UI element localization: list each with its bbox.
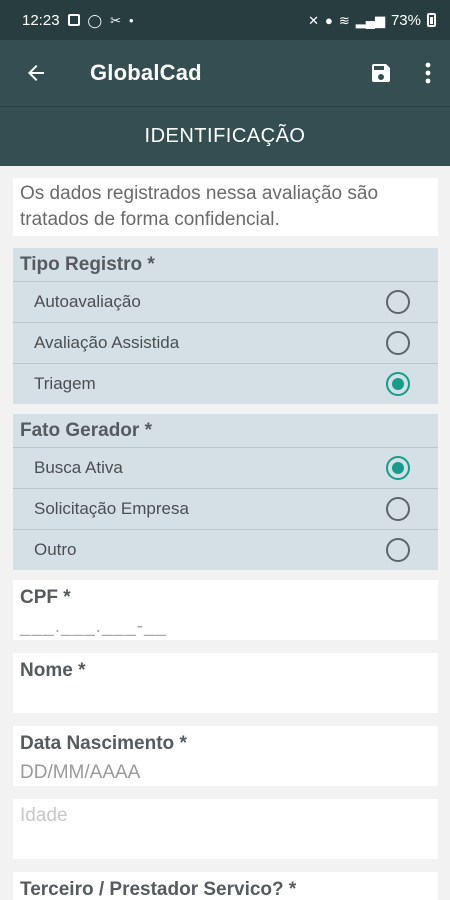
option-label: Outro <box>34 540 77 559</box>
cpf-input[interactable]: ___.___.___-__ <box>20 612 431 642</box>
option-avaliacao-assistida[interactable]: Avaliação Assistida <box>13 322 438 363</box>
idade-field[interactable] <box>13 799 438 859</box>
option-solicitacao-empresa[interactable]: Solicitação Empresa <box>13 488 438 529</box>
option-label: Solicitação Empresa <box>34 499 189 518</box>
radio-button[interactable] <box>386 497 410 521</box>
terceiro-label: Terceiro / Prestador Servico? * <box>20 879 297 900</box>
option-label: Avaliação Assistida <box>34 333 180 352</box>
section-title: IDENTIFICAÇÃO <box>144 125 306 147</box>
idade-input[interactable] <box>20 805 431 827</box>
save-button[interactable] <box>356 40 406 106</box>
app-title: GlobalCad <box>90 60 202 85</box>
terceiro-field[interactable]: Terceiro / Prestador Servico? * <box>13 872 438 900</box>
tools-notification-icon: ✂ <box>110 12 122 28</box>
whatsapp-notification-icon: ◯ <box>87 12 103 28</box>
data-nascimento-field[interactable]: Data Nascimento * DD/MM/AAAA <box>13 726 438 786</box>
radio-button[interactable] <box>386 538 410 562</box>
status-right: ✕ ● ≋ ▂▄▆ 73% <box>308 12 436 29</box>
status-left: 12:23 ◯ ✂ • <box>22 12 134 29</box>
cpf-label: CPF * <box>20 587 71 608</box>
option-triagem[interactable]: Triagem <box>13 363 438 404</box>
radio-button[interactable] <box>386 331 410 355</box>
option-label: Triagem <box>34 374 96 393</box>
more-options-button[interactable] <box>406 40 450 106</box>
tipo-registro-title: Tipo Registro * <box>20 254 155 275</box>
option-label: Autoavaliação <box>34 292 141 311</box>
cpf-field[interactable]: CPF * ___.___.___-__ <box>13 580 438 640</box>
battery-percent: 73% <box>390 11 421 29</box>
radio-button-selected[interactable] <box>386 456 410 480</box>
confidentiality-notice: Os dados registrados nessa avaliação são… <box>13 178 438 236</box>
signal-icon: ▂▄▆ <box>355 12 385 28</box>
back-button[interactable] <box>0 40 72 106</box>
fato-gerador-group: Fato Gerador * Busca Ativa Solicitação E… <box>13 414 438 570</box>
option-outro[interactable]: Outro <box>13 529 438 570</box>
option-busca-ativa[interactable]: Busca Ativa <box>13 447 438 488</box>
location-icon: ● <box>324 12 333 28</box>
nome-input[interactable] <box>20 685 431 715</box>
battery-icon <box>427 13 436 27</box>
form-content[interactable]: Os dados registrados nessa avaliação são… <box>0 166 450 900</box>
status-time: 12:23 <box>22 11 60 29</box>
fato-gerador-title: Fato Gerador * <box>20 420 152 441</box>
radio-button-selected[interactable] <box>386 372 410 396</box>
app-bar: GlobalCad <box>0 40 450 106</box>
data-nascimento-label: Data Nascimento * <box>20 733 187 754</box>
wifi-icon: ≋ <box>338 12 350 28</box>
tipo-registro-group: Tipo Registro * Autoavaliação Avaliação … <box>13 248 438 404</box>
floppy-disk-icon <box>372 64 390 82</box>
mute-icon: ✕ <box>308 12 319 28</box>
status-bar: 12:23 ◯ ✂ • ✕ ● ≋ ▂▄▆ 73% <box>0 0 450 40</box>
data-nascimento-input[interactable]: DD/MM/AAAA <box>20 758 431 788</box>
notification-dot-icon: • <box>129 12 134 28</box>
nome-field[interactable]: Nome * <box>13 653 438 713</box>
arrow-left-icon <box>28 65 44 81</box>
more-vertical-icon <box>425 62 431 84</box>
option-autoavaliacao[interactable]: Autoavaliação <box>13 281 438 322</box>
gallery-notification-icon <box>67 14 80 26</box>
section-header: IDENTIFICAÇÃO <box>0 106 450 166</box>
option-label: Busca Ativa <box>34 458 123 477</box>
nome-label: Nome * <box>20 660 86 681</box>
radio-button[interactable] <box>386 290 410 314</box>
